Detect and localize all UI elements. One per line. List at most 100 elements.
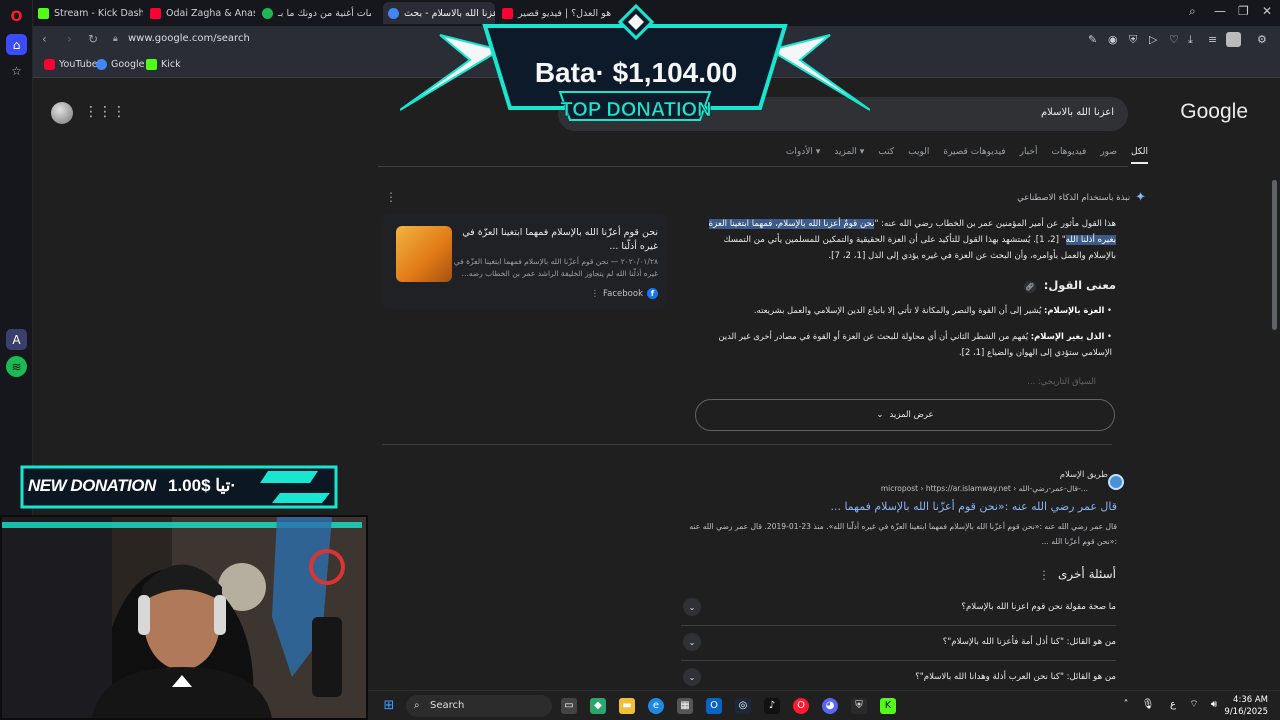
card-source: ⋮ Facebook f xyxy=(591,288,658,299)
more-options-icon[interactable]: ⋮ xyxy=(591,289,600,299)
opera-logo-icon[interactable]: O xyxy=(6,6,27,27)
paa-question[interactable]: ⌄ من هو القائل: "كنا أذل أمة فأعزنا الله… xyxy=(681,626,1116,661)
microphone-icon[interactable]: 🎙︎ xyxy=(1140,697,1156,713)
source-card[interactable]: نحن قوم أعزّنا الله بالإسلام فمهما ابتغي… xyxy=(382,214,667,309)
profile-icon[interactable] xyxy=(1226,32,1241,47)
webcam-feed xyxy=(0,515,368,720)
maximize-icon[interactable]: ❐ xyxy=(1238,4,1249,18)
menu-icon[interactable]: ≡ xyxy=(1208,33,1217,46)
home-icon[interactable]: ⌂ xyxy=(6,34,27,55)
back-icon[interactable]: ‹ xyxy=(42,32,47,46)
bookmark-youtube[interactable]: YouTube xyxy=(44,59,98,70)
tab-label: Odai Zagha & Anas Abu S xyxy=(166,7,255,19)
opera-taskbar-icon[interactable]: O xyxy=(793,698,809,714)
result-snippet: قال عمر رضي الله عنه :«نحن قوم أعزّنا ال… xyxy=(689,522,1117,546)
tabs-divider xyxy=(378,166,1128,167)
more-options-icon[interactable]: ⋮ xyxy=(385,190,397,204)
close-window-icon[interactable]: ✕ xyxy=(1262,4,1272,18)
scrollbar-thumb[interactable] xyxy=(1272,180,1277,330)
edge-icon[interactable]: e xyxy=(648,698,664,714)
youtube-favicon-icon xyxy=(150,7,161,19)
paa-question[interactable]: ⌄ ما صحة مقولة نحن قوم اعزنا الله بالإسل… xyxy=(681,591,1116,626)
widgets-icon[interactable]: ◆ xyxy=(590,698,606,714)
minimize-icon[interactable]: — xyxy=(1214,4,1226,18)
bookmark-google[interactable]: Google xyxy=(96,59,145,70)
link-icon[interactable]: 🔗︎ xyxy=(1023,281,1036,293)
tab-song-lyrics[interactable]: كلمات أغنية من دونك ما بـ xyxy=(257,2,371,24)
input-language[interactable]: ع xyxy=(1165,697,1181,713)
show-more-label: عرض المزيد xyxy=(889,410,934,420)
faded-text: السياق التاريخي: ... xyxy=(1027,376,1096,386)
bullet-bold: الذل بغير الإسلام: xyxy=(1030,331,1105,341)
system-clock[interactable]: 4:36 AM 9/16/2025 xyxy=(1224,694,1268,718)
bookmark-kick[interactable]: Kick xyxy=(146,59,181,70)
task-view-icon[interactable]: ▭ xyxy=(561,698,577,714)
ai-text: " [2، 1]. يُستشهد بهذا القول للتأكيد على… xyxy=(723,235,1117,261)
taskbar-search[interactable]: ⌕ Search xyxy=(406,695,552,717)
camera-icon[interactable]: ◉ xyxy=(1108,33,1118,46)
store-icon[interactable]: ▦ xyxy=(677,698,693,714)
reload-icon[interactable]: ↻ xyxy=(88,32,98,46)
play-icon[interactable]: ▷ xyxy=(1149,33,1157,46)
tab-web[interactable]: الويب xyxy=(908,147,929,164)
bookmark-label: YouTube xyxy=(59,59,98,70)
vpn-shield-icon[interactable]: ⛨ xyxy=(851,698,867,714)
google-logo[interactable]: Google xyxy=(1180,100,1248,124)
heart-icon[interactable]: ♡ xyxy=(1169,33,1179,46)
discord-icon[interactable]: ◕ xyxy=(822,698,838,714)
search-tabs-icon[interactable]: ⌕ xyxy=(1189,4,1196,19)
forward-icon[interactable]: › xyxy=(67,32,72,46)
download-icon[interactable]: ⤓ xyxy=(1188,33,1193,47)
sparkle-icon: ✦ xyxy=(1135,190,1146,205)
outlook-icon[interactable]: O xyxy=(706,698,722,714)
url-field[interactable]: www.google.com/search xyxy=(128,33,250,44)
show-hidden-icons-icon[interactable]: ˄ xyxy=(1118,697,1134,713)
tab-images[interactable]: صور xyxy=(1100,147,1117,164)
network-icon[interactable]: ⌔ xyxy=(1186,697,1202,713)
speed-dial-icon[interactable]: ☆ xyxy=(6,60,27,81)
bullet-text: يُشير إلى أن القوة والنصر والمكانة لا تأ… xyxy=(753,305,1044,315)
tab-kick-dashboard[interactable]: Stream - Kick Dashboard xyxy=(33,2,143,24)
more-options-icon[interactable]: ⋮ xyxy=(1038,568,1050,582)
new-donation-label: NEW DONATION xyxy=(28,476,156,495)
tab-all[interactable]: الكل xyxy=(1130,147,1148,164)
kick-icon xyxy=(146,59,157,70)
account-avatar[interactable] xyxy=(51,102,73,124)
result-title-link[interactable]: قال عمر رضي الله عنه :«نحن قوم أعزّنا ال… xyxy=(830,500,1117,513)
card-snippet: ٢٠٢٠/٠١/٢٨ — نحن قوم أعزّنا الله بالإسلا… xyxy=(453,257,658,278)
windows-start-icon[interactable]: ⊞ xyxy=(381,698,397,714)
kick-taskbar-icon[interactable]: K xyxy=(880,698,896,714)
volume-icon[interactable]: 🔊︎ xyxy=(1206,697,1222,713)
tiktok-icon[interactable]: ♪ xyxy=(764,698,780,714)
bookmark-label: Google xyxy=(111,59,145,70)
card-source-label: Facebook xyxy=(603,288,643,299)
tab-videos[interactable]: فيديوهات xyxy=(1051,147,1086,164)
tab-more[interactable]: المزيد ▾ xyxy=(834,147,864,164)
webcam-scene xyxy=(2,517,366,718)
bullet-item: • العزة بالإسلام: يُشير إلى أن القوة وال… xyxy=(753,305,1112,315)
easy-setup-icon[interactable]: ⚙ xyxy=(1257,33,1267,46)
tab-label: كلمات أغنية من دونك ما بـ xyxy=(278,7,371,19)
result-site-name[interactable]: طريق الإسلام xyxy=(1060,470,1108,480)
chevron-down-icon: ⌄ xyxy=(683,633,701,651)
steam-icon[interactable]: ◎ xyxy=(735,698,751,714)
file-explorer-icon[interactable]: ▬ xyxy=(619,698,635,714)
tab-books[interactable]: كتب xyxy=(878,147,894,164)
snapshot-icon[interactable]: ✎ xyxy=(1088,33,1097,46)
tab-odai-zagha[interactable]: Odai Zagha & Anas Abu S xyxy=(145,2,255,24)
google-apps-icon[interactable]: ⋮⋮⋮ xyxy=(84,104,126,120)
vpn-icon[interactable]: ⛨ xyxy=(1129,33,1137,47)
aria-icon[interactable]: A xyxy=(6,329,27,350)
tab-news[interactable]: أخبار xyxy=(1020,147,1038,164)
show-more-button[interactable]: ⌄ عرض المزيد xyxy=(695,399,1115,431)
card-title[interactable]: نحن قوم أعزّنا الله بالإسلام فمهما ابتغي… xyxy=(450,226,658,254)
bullet-item: • الذل بغير الإسلام: يُفهم من الشطر الثا… xyxy=(718,331,1112,357)
paa-question[interactable]: ⌄ من هو القائل: "كنا نحن العرب أذلة وهدا… xyxy=(681,661,1116,690)
ai-overview-title: نبذة باستخدام الذكاء الاصطناعي xyxy=(1017,192,1131,203)
clock-date: 9/16/2025 xyxy=(1224,707,1268,717)
google-favicon-icon xyxy=(388,7,399,19)
lock-icon[interactable]: 🔒︎ xyxy=(113,34,118,44)
spotify-icon[interactable]: ≋ xyxy=(6,356,27,377)
tab-short-videos[interactable]: فيديوهات قصيرة xyxy=(943,147,1005,164)
tab-tools[interactable]: الأدوات ▾ xyxy=(786,147,820,164)
